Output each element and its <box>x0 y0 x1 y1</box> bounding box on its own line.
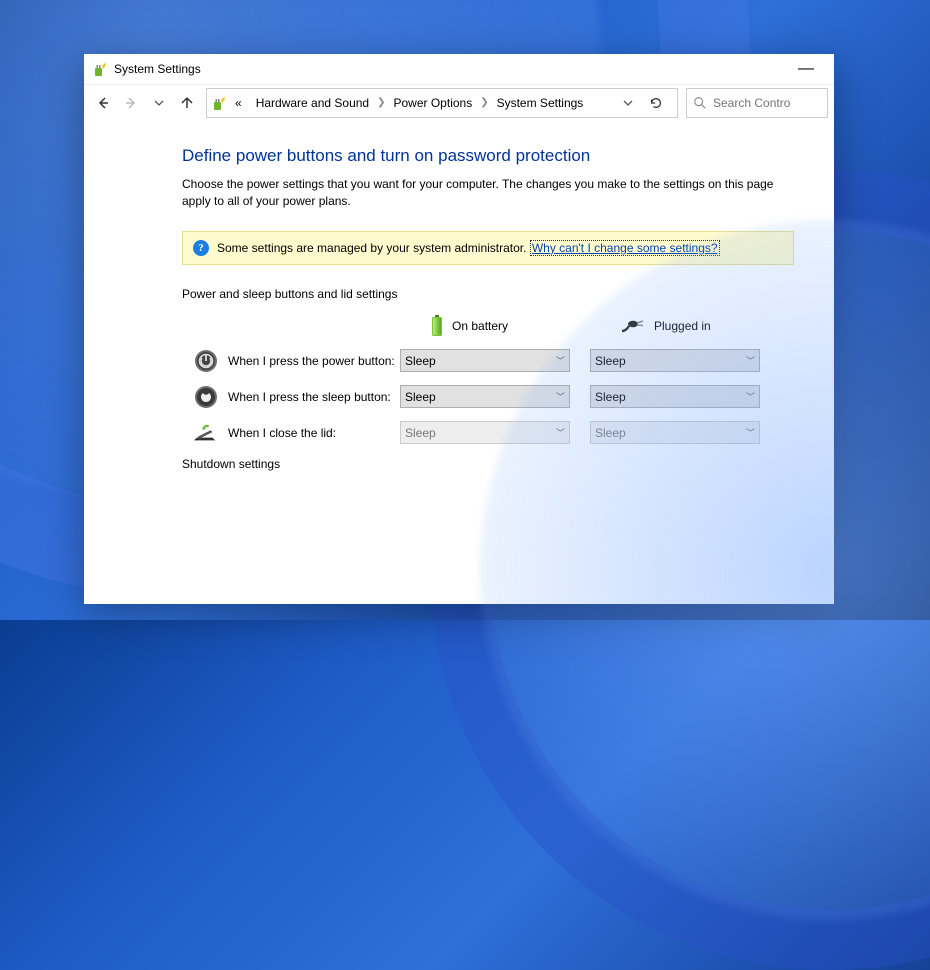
close-lid-plugged-select: Sleep﹀ <box>590 421 760 444</box>
column-headers: On battery Plugged in <box>182 315 794 337</box>
shutdown-section-title: Shutdown settings <box>182 457 794 471</box>
chevron-down-icon: ﹀ <box>746 426 755 439</box>
admin-notice: ? Some settings are managed by your syst… <box>182 231 794 265</box>
chevron-down-icon: ﹀ <box>746 390 755 403</box>
nav-toolbar: « Hardware and Sound ❯ Power Options ❯ S… <box>84 84 834 120</box>
power-button-icon <box>194 349 218 373</box>
row-label: When I close the lid: <box>228 426 336 440</box>
power-button-battery-select[interactable]: Sleep﹀ <box>400 349 570 372</box>
refresh-button[interactable] <box>649 96 673 110</box>
chevron-down-icon: ﹀ <box>556 390 565 403</box>
page-heading: Define power buttons and turn on passwor… <box>182 146 794 166</box>
search-icon <box>693 96 707 110</box>
search-input[interactable] <box>713 96 821 110</box>
titlebar: System Settings — <box>84 54 834 84</box>
close-lid-battery-select: Sleep﹀ <box>400 421 570 444</box>
row-label: When I press the power button: <box>228 354 395 368</box>
chevron-right-icon[interactable]: ❯ <box>377 97 385 108</box>
col-plugged-label: Plugged in <box>654 319 711 333</box>
plug-icon <box>620 318 646 334</box>
window-title: System Settings <box>114 62 201 76</box>
page-description: Choose the power settings that you want … <box>182 176 792 211</box>
notice-link[interactable]: Why can't I change some settings? <box>530 240 720 256</box>
col-battery-label: On battery <box>452 319 508 333</box>
row-power-button: When I press the power button: Sleep﹀ Sl… <box>182 349 794 373</box>
notice-text: Some settings are managed by your system… <box>217 241 526 255</box>
sleep-button-icon <box>194 385 218 409</box>
sleep-button-battery-select[interactable]: Sleep﹀ <box>400 385 570 408</box>
info-icon: ? <box>193 240 209 256</box>
address-chevron-down-icon[interactable] <box>623 98 647 108</box>
breadcrumb-prefix: « <box>229 94 248 112</box>
search-box[interactable] <box>686 88 828 118</box>
sleep-button-plugged-select[interactable]: Sleep﹀ <box>590 385 760 408</box>
breadcrumb-item[interactable]: Power Options <box>388 94 479 112</box>
system-settings-window: System Settings — « <box>84 54 834 604</box>
row-sleep-button: When I press the sleep button: Sleep﹀ Sl… <box>182 385 794 409</box>
power-options-icon <box>211 95 227 111</box>
content-area: Define power buttons and turn on passwor… <box>84 120 834 604</box>
breadcrumb-item[interactable]: Hardware and Sound <box>250 94 375 112</box>
forward-button[interactable] <box>118 90 144 116</box>
breadcrumb-item[interactable]: System Settings <box>491 94 590 112</box>
minimize-button[interactable]: — <box>786 60 826 78</box>
chevron-down-icon: ﹀ <box>746 354 755 367</box>
chevron-down-icon: ﹀ <box>556 426 565 439</box>
chevron-right-icon[interactable]: ❯ <box>480 97 488 108</box>
up-button[interactable] <box>174 90 200 116</box>
row-close-lid: When I close the lid: Sleep﹀ Sleep﹀ <box>182 421 794 445</box>
section-title: Power and sleep buttons and lid settings <box>182 287 794 301</box>
back-button[interactable] <box>90 90 116 116</box>
power-options-icon <box>92 61 108 77</box>
chevron-down-icon: ﹀ <box>556 354 565 367</box>
power-button-plugged-select[interactable]: Sleep﹀ <box>590 349 760 372</box>
laptop-lid-icon <box>194 421 218 445</box>
recent-chevron-down-icon[interactable] <box>146 90 172 116</box>
address-bar[interactable]: « Hardware and Sound ❯ Power Options ❯ S… <box>206 88 678 118</box>
battery-icon <box>430 315 444 337</box>
row-label: When I press the sleep button: <box>228 390 391 404</box>
